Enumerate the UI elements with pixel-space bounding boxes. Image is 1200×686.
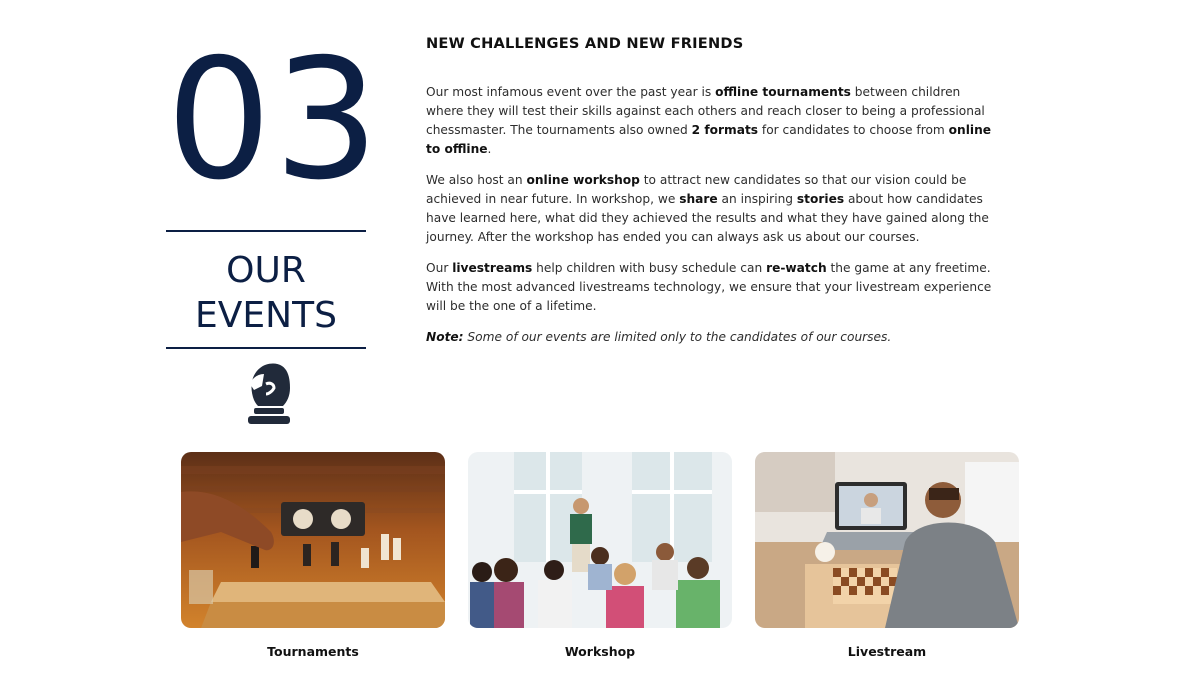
event-cards: Tournaments Workshop Livestream bbox=[181, 452, 1019, 672]
card-label[interactable]: Workshop bbox=[468, 644, 732, 659]
emphasis-text: livestreams bbox=[452, 261, 533, 275]
paragraph-livestreams: Our livestreams help children with busy … bbox=[426, 259, 996, 316]
chess-knight-icon bbox=[236, 360, 296, 426]
section-title: OUR EVENTS bbox=[166, 248, 366, 338]
card-workshop[interactable]: Workshop bbox=[468, 452, 732, 659]
divider-bottom bbox=[166, 347, 366, 349]
divider-top bbox=[166, 230, 366, 232]
emphasis-text: offline tournaments bbox=[715, 85, 851, 99]
note-text: Some of our events are limited only to t… bbox=[463, 330, 892, 344]
events-description: NEW CHALLENGES AND NEW FRIENDS Our most … bbox=[426, 34, 996, 359]
card-livestream[interactable]: Livestream bbox=[755, 452, 1019, 659]
section-number: 03 bbox=[166, 24, 382, 217]
card-tournaments[interactable]: Tournaments bbox=[181, 452, 445, 659]
emphasis-text: re-watch bbox=[766, 261, 827, 275]
chess-tournament-photo bbox=[181, 452, 445, 628]
emphasis-text: share bbox=[679, 192, 718, 206]
card-label[interactable]: Tournaments bbox=[181, 644, 445, 659]
note-label: Note: bbox=[426, 330, 464, 344]
workshop-audience-photo bbox=[468, 452, 732, 628]
body-text: Our bbox=[426, 261, 453, 275]
body-text: We also host an bbox=[426, 173, 527, 187]
body-text: . bbox=[487, 142, 492, 156]
emphasis-text: 2 formats bbox=[691, 123, 759, 137]
paragraph-workshop: We also host an online workshop to attra… bbox=[426, 171, 996, 247]
section-title-line2: EVENTS bbox=[195, 295, 337, 336]
body-text: Our most infamous event over the past ye… bbox=[426, 85, 716, 99]
paragraph-tournaments: Our most infamous event over the past ye… bbox=[426, 83, 996, 159]
card-label[interactable]: Livestream bbox=[755, 644, 1019, 659]
emphasis-text: stories bbox=[796, 192, 845, 206]
emphasis-text: online workshop bbox=[526, 173, 640, 187]
section-title-line1: OUR bbox=[226, 250, 306, 291]
body-text: an inspiring bbox=[717, 192, 797, 206]
livestream-laptop-photo bbox=[755, 452, 1019, 628]
body-text: for candidates to choose from bbox=[758, 123, 949, 137]
note-paragraph: Note: Some of our events are limited onl… bbox=[426, 328, 996, 347]
body-text: help children with busy schedule can bbox=[532, 261, 767, 275]
content-heading: NEW CHALLENGES AND NEW FRIENDS bbox=[426, 35, 744, 52]
